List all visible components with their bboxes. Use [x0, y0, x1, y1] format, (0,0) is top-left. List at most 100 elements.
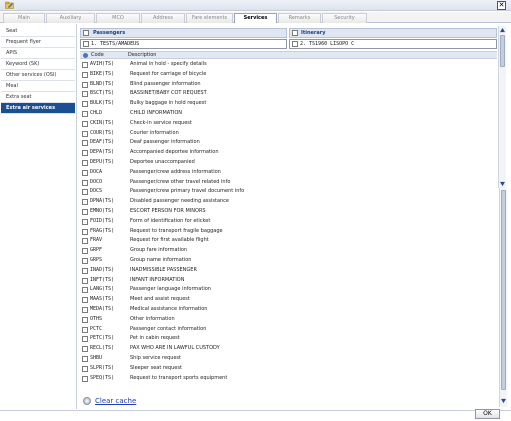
service-row[interactable]: SPEQ(TS) Request to transport sports equi… — [80, 374, 497, 384]
service-row[interactable]: DPNA(TS) Disabled passenger needing assis… — [80, 197, 497, 207]
service-checkbox[interactable] — [82, 287, 88, 294]
service-row[interactable]: INFT(TS) INFANT INFORMATION — [80, 276, 497, 286]
scroll-down-icon[interactable] — [500, 181, 505, 187]
sidebar-item-extra-seat[interactable]: Extra seat — [1, 92, 75, 103]
service-row[interactable]: EMNO(TS) ESCORT PERSON FOR MINORS — [80, 207, 497, 217]
passengers-select-all-checkbox[interactable] — [83, 30, 89, 36]
service-checkbox[interactable] — [82, 248, 88, 255]
service-checkbox[interactable] — [82, 306, 88, 313]
service-checkbox[interactable] — [82, 297, 88, 304]
sidebar-item-apis[interactable]: APIS — [1, 48, 75, 59]
tab-main[interactable]: Main — [3, 13, 45, 23]
service-row[interactable]: FOID(TS) Form of identification for etick… — [80, 217, 497, 227]
service-checkbox[interactable] — [82, 375, 88, 382]
service-checkbox[interactable] — [82, 316, 88, 323]
service-row[interactable]: BSCT(TS) BASSINET/BABY COT REQUEST — [80, 89, 497, 99]
service-checkbox[interactable] — [82, 91, 88, 98]
service-row[interactable]: CKIN(TS) Check-in service request — [80, 119, 497, 129]
description-column-header[interactable]: Description — [128, 52, 156, 59]
service-row[interactable]: BULK(TS) Bulky baggage in hold request — [80, 99, 497, 109]
code-column-header[interactable]: Code — [91, 52, 104, 59]
service-checkbox[interactable] — [82, 336, 88, 343]
service-row[interactable]: DEAF(TS) Deaf passenger information — [80, 138, 497, 148]
service-row[interactable]: AVIH(TS) Animal in hold - specify details — [80, 60, 497, 70]
service-checkbox[interactable] — [82, 238, 88, 245]
clear-cache-link[interactable]: Clear cache — [95, 397, 136, 405]
service-row[interactable]: BIKE(TS) Request for carriage of bicycle — [80, 70, 497, 80]
service-row[interactable]: COUR(TS) Courier information — [80, 129, 497, 139]
tab-address[interactable]: Address — [141, 13, 185, 23]
service-row[interactable]: DOCO Passenger/crew other travel related … — [80, 178, 497, 188]
refresh-icon[interactable] — [83, 397, 91, 405]
service-checkbox[interactable] — [82, 355, 88, 362]
sidebar-item-seat[interactable]: Seat — [1, 26, 75, 37]
service-row[interactable]: SLPR(TS) Sleeper seat request — [80, 364, 497, 374]
inner-scrollbar[interactable] — [498, 26, 506, 188]
itinerary-select-all-checkbox[interactable] — [292, 30, 298, 36]
service-row[interactable]: OTHS Other information — [80, 315, 497, 325]
panel-scroll-down-icon[interactable] — [501, 398, 506, 404]
service-checkbox[interactable] — [82, 140, 88, 147]
service-checkbox[interactable] — [82, 62, 88, 68]
service-checkbox[interactable] — [82, 159, 88, 166]
tab-fare-elements[interactable]: Fare elements — [186, 13, 233, 23]
service-checkbox[interactable] — [82, 218, 88, 225]
passenger-checkbox[interactable] — [83, 41, 89, 47]
service-checkbox[interactable] — [82, 71, 88, 78]
tab-mco[interactable]: MCO — [96, 13, 140, 23]
service-row[interactable]: DOCA Passenger/crew address information — [80, 168, 497, 178]
sidebar-item-other-services[interactable]: Other services (OSI) — [1, 70, 75, 81]
service-checkbox[interactable] — [82, 101, 88, 108]
itinerary-checkbox[interactable] — [292, 41, 298, 47]
service-row[interactable]: FRAV Request for first available flight — [80, 236, 497, 246]
service-checkbox[interactable] — [82, 267, 88, 274]
service-row[interactable]: BLND(TS) Blind passenger information — [80, 80, 497, 90]
service-checkbox[interactable] — [82, 189, 88, 196]
service-checkbox[interactable] — [82, 120, 88, 127]
sort-icon[interactable] — [83, 53, 88, 58]
service-row[interactable]: PCTC Passenger contact information — [80, 325, 497, 335]
service-checkbox[interactable] — [82, 257, 88, 264]
sidebar-item-frequent-flyer[interactable]: Frequent flyer — [1, 37, 75, 48]
itinerary-row[interactable]: 2. TS1960 LISOPO C — [289, 39, 497, 49]
service-checkbox[interactable] — [82, 150, 88, 157]
service-row[interactable]: GRPS Group name information — [80, 256, 497, 266]
sidebar-item-keyword[interactable]: Keyword (SK) — [1, 59, 75, 70]
service-row[interactable]: DOCS Passenger/crew primary travel docume… — [80, 187, 497, 197]
service-row[interactable]: GRPF Group fare information — [80, 246, 497, 256]
service-checkbox[interactable] — [82, 110, 88, 117]
inner-scrollbar-thumb[interactable] — [500, 35, 505, 67]
service-row[interactable]: RECL(TS) PAX WHO ARE IN LAWFUL CUSTODY — [80, 344, 497, 354]
scroll-up-icon[interactable] — [500, 27, 505, 33]
service-checkbox[interactable] — [82, 130, 88, 137]
sidebar-item-meal[interactable]: Meal — [1, 81, 75, 92]
service-checkbox[interactable] — [82, 208, 88, 215]
service-row[interactable]: CHLD CHILD INFORMATION — [80, 109, 497, 119]
service-row[interactable]: INAD(TS) INADMISSIBLE PASSENGER — [80, 266, 497, 276]
sidebar-item-extra-air-services[interactable]: Extra air services — [1, 103, 75, 114]
passenger-row[interactable]: 1. TESTS/AMADEUS — [80, 39, 287, 49]
service-checkbox[interactable] — [82, 179, 88, 186]
service-checkbox[interactable] — [82, 199, 88, 206]
close-button[interactable]: ✕ — [497, 1, 506, 10]
tab-remarks[interactable]: Remarks — [278, 13, 321, 23]
service-checkbox[interactable] — [82, 228, 88, 235]
service-row[interactable]: DEPU(TS) Deportee unaccompanied — [80, 158, 497, 168]
tab-auxiliary[interactable]: Auxiliary — [46, 13, 95, 23]
service-row[interactable]: LANG(TS) Passenger language information — [80, 285, 497, 295]
service-row[interactable]: FRAG(TS) Request to transport fragile bag… — [80, 227, 497, 237]
service-checkbox[interactable] — [82, 365, 88, 372]
service-checkbox[interactable] — [82, 277, 88, 284]
service-row[interactable]: MAAS(TS) Meet and assist request — [80, 295, 497, 305]
service-checkbox[interactable] — [82, 81, 88, 88]
service-checkbox[interactable] — [82, 169, 88, 176]
ok-button[interactable]: OK — [475, 409, 500, 419]
service-checkbox[interactable] — [82, 346, 88, 353]
tab-security[interactable]: Security — [322, 13, 367, 23]
service-row[interactable]: PETC(TS) Pet in cabin request — [80, 334, 497, 344]
service-checkbox[interactable] — [82, 326, 88, 333]
panel-scrollbar[interactable] — [499, 188, 507, 407]
service-row[interactable]: DEPA(TS) Accompanied deportee information — [80, 148, 497, 158]
tab-services[interactable]: Services — [234, 13, 277, 23]
service-row[interactable]: SHBU Ship service request — [80, 354, 497, 364]
